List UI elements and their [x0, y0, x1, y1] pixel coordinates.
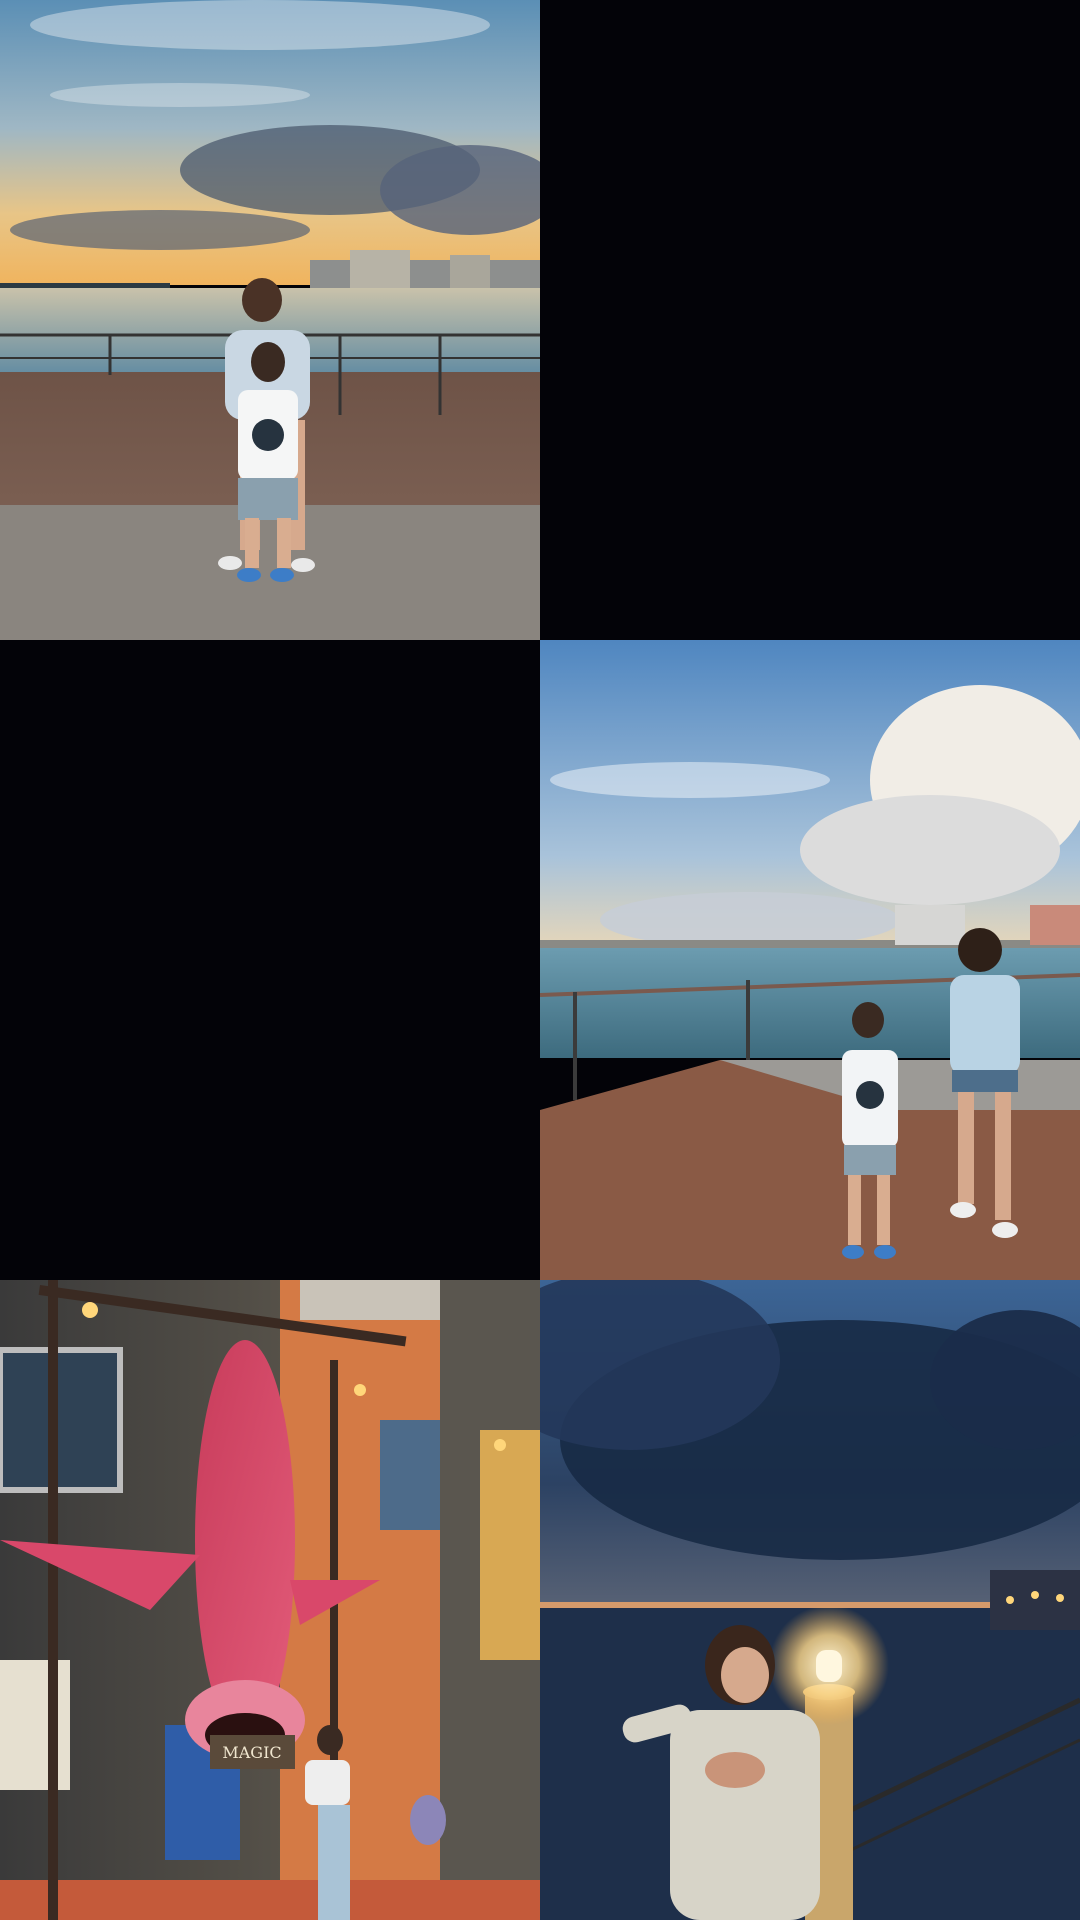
photo-empty-1 [540, 0, 1080, 640]
photo-grid: MAGIC [0, 0, 1080, 1920]
shark-sign-text: MAGIC [222, 1743, 281, 1762]
photo-shark-storefront[interactable]: MAGIC [0, 1280, 540, 1920]
photo-empty-2 [0, 640, 540, 1280]
photo-sunset-boardwalk[interactable] [0, 0, 540, 640]
dusk-lamp-image [540, 1280, 1080, 1920]
shark-storefront-image: MAGIC [0, 1280, 540, 1920]
daytime-boardwalk-image [540, 640, 1080, 1280]
sunset-boardwalk-image [0, 0, 540, 640]
photo-dusk-lamp[interactable] [540, 1280, 1080, 1920]
photo-daytime-boardwalk[interactable] [540, 640, 1080, 1280]
